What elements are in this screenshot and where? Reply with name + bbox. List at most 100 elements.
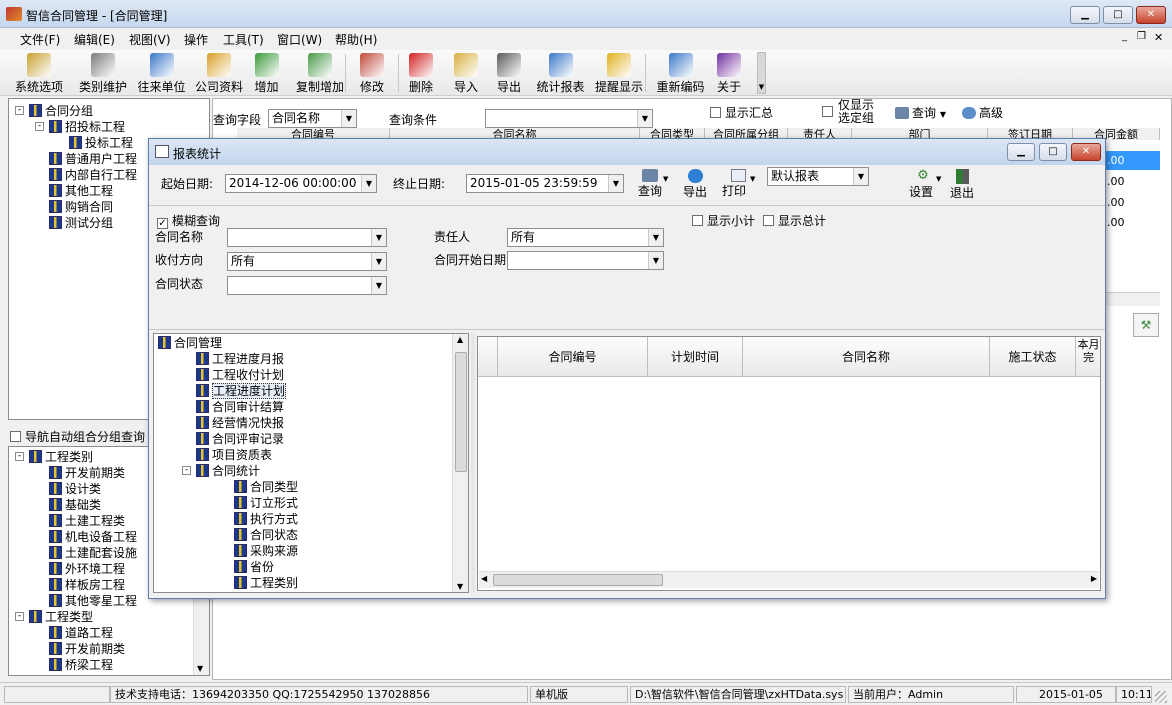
maximize-button[interactable]: □ xyxy=(1103,6,1133,24)
owner-select[interactable]: 所有 ▼ xyxy=(507,228,664,247)
report-grid-hscrollbar[interactable]: ◀ ▶ xyxy=(479,571,1099,588)
dialog-close-button[interactable]: ✕ xyxy=(1071,143,1101,161)
collapse-icon[interactable]: - xyxy=(35,122,44,131)
chevron-down-icon[interactable]: ▼ xyxy=(371,229,386,246)
dialog-export-button[interactable]: 导出 xyxy=(679,167,711,201)
tree-node[interactable]: 样板房工程 xyxy=(49,577,125,593)
menu-window[interactable]: 窗口(W) xyxy=(277,31,322,48)
mdi-close-icon[interactable]: ✕ xyxy=(1154,31,1163,44)
payment-direction-select[interactable]: 所有 ▼ xyxy=(227,252,387,271)
report-tree-node[interactable]: 合同类型 xyxy=(234,479,298,495)
tree-node[interactable]: - 工程类别 xyxy=(15,449,93,465)
report-tree-node[interactable]: 工程进度计划 xyxy=(196,383,287,399)
collapse-icon[interactable]: - xyxy=(15,612,24,621)
scroll-up-icon[interactable]: ▲ xyxy=(457,335,463,344)
menu-tools[interactable]: 工具(T) xyxy=(223,31,264,48)
tree-node[interactable]: 土建配套设施 xyxy=(49,545,137,561)
scroll-down-icon[interactable]: ▼ xyxy=(457,582,463,591)
scroll-down-icon[interactable]: ▼ xyxy=(197,664,203,673)
tree-node[interactable]: 机电设备工程 xyxy=(49,529,137,545)
resize-grip-icon[interactable] xyxy=(1155,691,1167,703)
chevron-down-icon[interactable]: ▼ xyxy=(608,175,623,192)
scroll-left-icon[interactable]: ◀ xyxy=(481,574,487,583)
report-tree-node[interactable]: 合同状态 xyxy=(234,527,298,543)
start-date-picker[interactable]: 2014-12-06 00:00:00 ▼ xyxy=(225,174,377,193)
grid-column-header[interactable]: 合同编号 xyxy=(498,337,648,377)
dialog-print-button[interactable]: 打印 ▼ xyxy=(717,167,759,201)
contract-start-date-select[interactable]: ▼ xyxy=(507,251,664,270)
dialog-query-button[interactable]: 查询 ▼ xyxy=(631,167,669,201)
tree-node[interactable]: - 合同分组 xyxy=(15,103,93,119)
main-grid-scrollbar[interactable] xyxy=(1105,292,1160,306)
query-field-select[interactable]: 合同名称 ▼ xyxy=(268,109,357,128)
report-tree-node[interactable]: 项目资质表 xyxy=(196,447,272,463)
mdi-restore-icon[interactable]: ❐ xyxy=(1137,31,1146,42)
minimize-button[interactable]: ▁ xyxy=(1070,6,1100,24)
end-date-picker[interactable]: 2015-01-05 23:59:59 ▼ xyxy=(466,174,624,193)
tree-node[interactable]: 外环境工程 xyxy=(49,561,125,577)
tree-node[interactable]: 设计类 xyxy=(49,481,101,497)
tree-node[interactable]: 测试分组 xyxy=(49,215,113,231)
dialog-minimize-button[interactable]: ▁ xyxy=(1007,143,1035,161)
report-tree-node[interactable]: 订立形式 xyxy=(234,495,298,511)
tree-node[interactable]: 桥梁工程 xyxy=(49,657,113,673)
menu-edit[interactable]: 编辑(E) xyxy=(74,31,115,48)
dialog-exit-button[interactable]: 退出 xyxy=(947,167,977,201)
menu-file[interactable]: 文件(F) xyxy=(20,31,60,48)
toolbar-button-9[interactable]: 导出 xyxy=(492,50,526,96)
splitter[interactable] xyxy=(471,333,475,593)
toolbar-button-7[interactable]: 删除 xyxy=(404,50,438,96)
toolbar-button-1[interactable]: 类别维护 xyxy=(74,50,132,96)
main-query-button[interactable]: 查询 ▼ xyxy=(895,104,946,121)
scroll-thumb[interactable] xyxy=(493,574,663,586)
tree-node[interactable]: 开发前期类 xyxy=(49,641,125,657)
close-button[interactable]: ✕ xyxy=(1136,6,1166,24)
report-tree-node[interactable]: 省份 xyxy=(234,559,274,575)
chevron-down-icon[interactable]: ▼ xyxy=(750,175,755,183)
grid-column-header[interactable]: 计划时间 xyxy=(648,337,743,377)
tree-node[interactable]: 普通用户工程 xyxy=(49,151,137,167)
dialog-settings-button[interactable]: ⚙ 设置 ▼ xyxy=(903,167,943,201)
report-tree-node[interactable]: 工程类别 xyxy=(234,575,298,591)
checkbox-box[interactable] xyxy=(10,431,21,442)
toolbar-button-10[interactable]: 统计报表 xyxy=(533,50,588,96)
scroll-thumb[interactable] xyxy=(455,352,467,472)
toolbar-button-13[interactable]: 关于 xyxy=(710,50,748,96)
tree-node[interactable]: 开发前期类 xyxy=(49,465,125,481)
tree-node[interactable]: 道路工程 xyxy=(49,625,113,641)
toolbar-button-2[interactable]: 往来单位 xyxy=(133,50,190,96)
tree-node[interactable]: 其他零星工程 xyxy=(49,593,137,609)
tree-node[interactable]: 其他工程 xyxy=(49,183,113,199)
main-grid-selected-row[interactable]: .00 xyxy=(1105,151,1160,170)
only-selected-checkbox[interactable]: 仅显示 选定组 xyxy=(822,99,874,125)
grid-column-header[interactable]: 施工状态 xyxy=(990,337,1076,377)
mdi-minimize-icon[interactable]: _ xyxy=(1122,31,1127,42)
chevron-down-icon[interactable]: ▼ xyxy=(371,277,386,294)
report-tree-node[interactable]: 工程收付计划 xyxy=(196,367,284,383)
report-tree-node[interactable]: - 合同统计 xyxy=(182,463,260,479)
nav-auto-group-checkbox[interactable]: 导航自动组合分组查询 xyxy=(10,428,145,445)
tree-node[interactable]: 购销合同 xyxy=(49,199,113,215)
advanced-button[interactable]: 高级 xyxy=(962,104,1003,121)
side-action-icon[interactable]: ⚒ xyxy=(1133,313,1159,337)
report-tree-node[interactable]: 采购来源 xyxy=(234,543,298,559)
toolbar-button-6[interactable]: 修改 xyxy=(352,50,392,96)
chevron-down-icon[interactable]: ▼ xyxy=(361,175,376,192)
chevron-down-icon[interactable]: ▼ xyxy=(853,168,868,185)
grid-column-header[interactable]: 合同名称 xyxy=(743,337,990,377)
toolbar-button-0[interactable]: 系统选项 xyxy=(9,50,69,96)
toolbar-button-8[interactable]: 导入 xyxy=(449,50,483,96)
report-template-select[interactable]: 默认报表 ▼ xyxy=(767,167,869,186)
toolbar-button-11[interactable]: 提醒显示 xyxy=(590,50,648,96)
fuzzy-query-checkbox[interactable]: ✓ 模糊查询 xyxy=(157,212,220,229)
toolbar-button-4[interactable]: 增加 xyxy=(250,50,283,96)
menu-operate[interactable]: 操作 xyxy=(184,31,208,48)
chevron-down-icon[interactable]: ▼ xyxy=(648,252,663,269)
collapse-icon[interactable]: - xyxy=(182,466,191,475)
contract-name-select[interactable]: ▼ xyxy=(227,228,387,247)
toolbar-overflow-icon[interactable]: ▼ xyxy=(757,52,766,94)
report-tree-node[interactable]: 合同审计结算 xyxy=(196,399,284,415)
chevron-down-icon[interactable]: ▼ xyxy=(341,110,356,127)
toolbar-button-12[interactable]: 重新编码 xyxy=(652,50,709,96)
query-condition-input[interactable]: ▼ xyxy=(485,109,653,128)
